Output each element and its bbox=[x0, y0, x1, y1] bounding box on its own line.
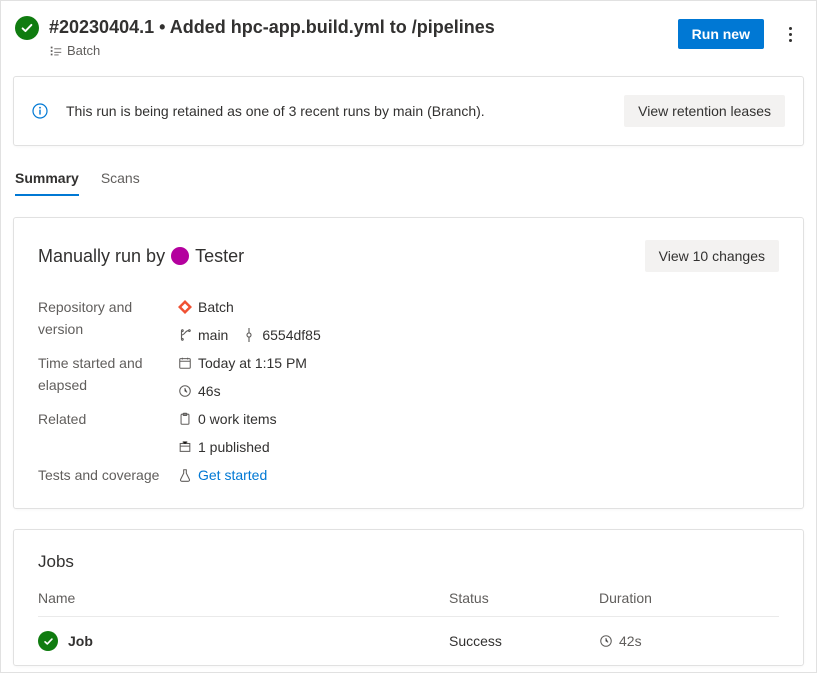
commit-icon bbox=[242, 328, 256, 342]
pipeline-icon bbox=[49, 44, 63, 58]
run-info-card: Manually run by Tester View 10 changes R… bbox=[13, 217, 804, 509]
job-status: Success bbox=[449, 633, 599, 649]
label-repo: Repository and version bbox=[38, 296, 174, 340]
branch-link[interactable]: main bbox=[178, 324, 228, 346]
run-by-user: Tester bbox=[195, 246, 244, 267]
run-by-prefix: Manually run by bbox=[38, 246, 165, 267]
avatar bbox=[171, 247, 189, 265]
more-actions-button[interactable] bbox=[782, 27, 798, 42]
commit-link[interactable]: 6554df85 bbox=[242, 324, 320, 346]
tests-get-started-link[interactable]: Get started bbox=[178, 464, 779, 486]
view-changes-button[interactable]: View 10 changes bbox=[645, 240, 779, 272]
pipeline-name: Batch bbox=[67, 43, 100, 58]
run-by-row: Manually run by Tester bbox=[38, 246, 244, 267]
jobs-title: Jobs bbox=[38, 552, 779, 572]
success-status-icon bbox=[15, 16, 39, 40]
elapsed-time: 46s bbox=[178, 380, 779, 402]
jobs-card: Jobs Name Status Duration Job Success 42… bbox=[13, 529, 804, 666]
jobs-table-head: Name Status Duration bbox=[38, 590, 779, 616]
tab-summary[interactable]: Summary bbox=[15, 170, 79, 196]
run-new-button[interactable]: Run new bbox=[678, 19, 764, 49]
label-related: Related bbox=[38, 408, 174, 430]
artifacts-link[interactable]: 1 published bbox=[178, 436, 779, 458]
view-retention-button[interactable]: View retention leases bbox=[624, 95, 785, 127]
branch-icon bbox=[178, 328, 192, 342]
job-duration: 42s bbox=[619, 633, 642, 649]
col-name: Name bbox=[38, 590, 449, 606]
col-status: Status bbox=[449, 590, 599, 606]
clock-icon bbox=[599, 634, 613, 648]
label-time: Time started and elapsed bbox=[38, 352, 174, 396]
tab-bar: Summary Scans bbox=[15, 170, 802, 197]
info-icon bbox=[32, 103, 48, 119]
pipeline-breadcrumb[interactable]: Batch bbox=[49, 43, 678, 58]
retention-banner: This run is being retained as one of 3 r… bbox=[13, 76, 804, 146]
clipboard-icon bbox=[178, 412, 192, 426]
repo-icon bbox=[178, 300, 192, 314]
label-tests: Tests and coverage bbox=[38, 464, 174, 486]
job-name: Job bbox=[68, 633, 93, 649]
success-status-icon bbox=[38, 631, 58, 651]
calendar-icon bbox=[178, 356, 192, 370]
tab-scans[interactable]: Scans bbox=[101, 170, 140, 196]
work-items-link[interactable]: 0 work items bbox=[178, 408, 779, 430]
retention-text: This run is being retained as one of 3 r… bbox=[66, 103, 624, 119]
started-time: Today at 1:15 PM bbox=[178, 352, 779, 374]
flask-icon bbox=[178, 468, 192, 482]
clock-icon bbox=[178, 384, 192, 398]
package-icon bbox=[178, 440, 192, 454]
jobs-row[interactable]: Job Success 42s bbox=[38, 616, 779, 665]
col-duration: Duration bbox=[599, 590, 779, 606]
page-header: #20230404.1 • Added hpc-app.build.yml to… bbox=[1, 1, 816, 66]
repo-link[interactable]: Batch bbox=[178, 296, 779, 318]
page-title: #20230404.1 • Added hpc-app.build.yml to… bbox=[49, 15, 678, 39]
